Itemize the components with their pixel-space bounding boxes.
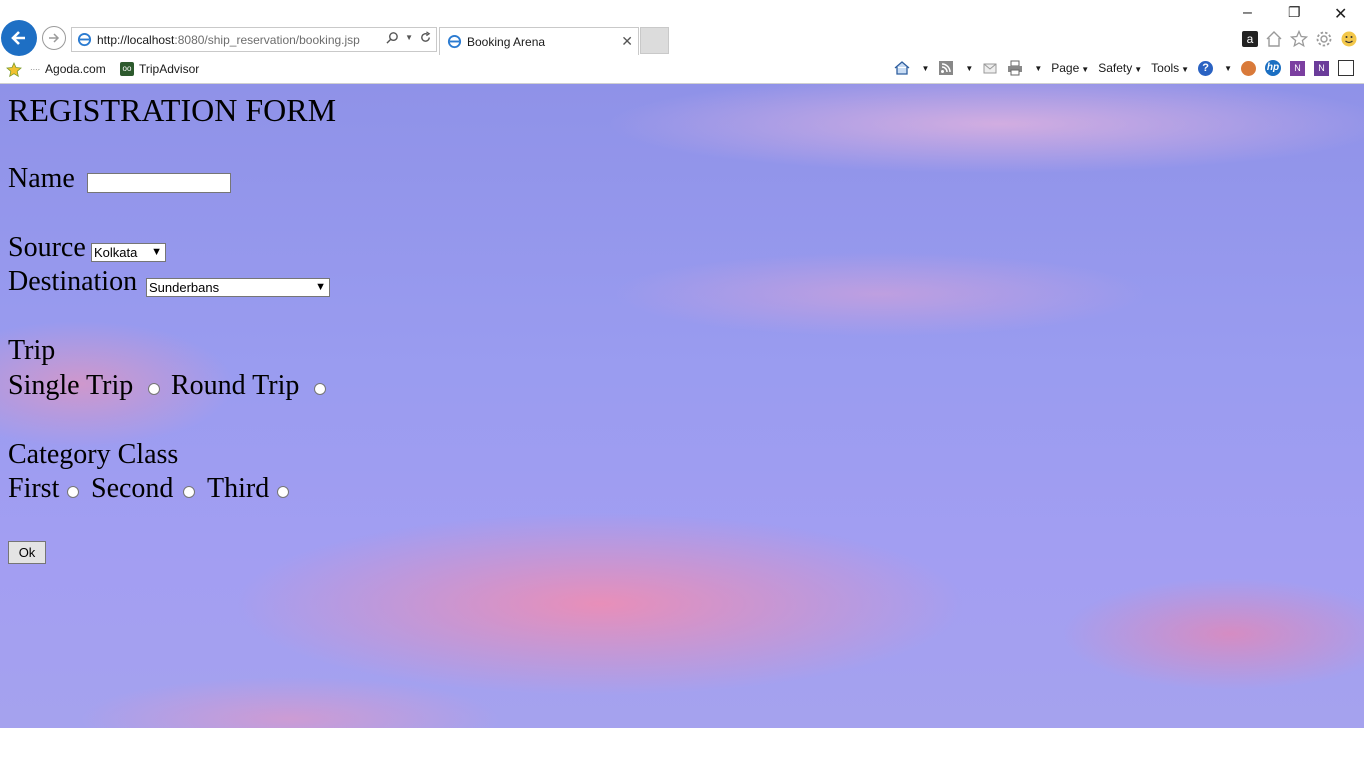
trip-label: Trip xyxy=(8,335,56,366)
source-select[interactable]: Kolkata ▼ xyxy=(91,243,166,262)
feeds-icon[interactable] xyxy=(938,60,954,76)
ie-page-icon xyxy=(77,32,92,47)
ok-button[interactable]: Ok xyxy=(8,541,46,564)
search-icon[interactable] xyxy=(386,31,399,44)
smiley-icon[interactable] xyxy=(1340,30,1358,48)
addon-icon[interactable] xyxy=(1241,60,1256,76)
favorite-tripadvisor[interactable]: oo TripAdvisor xyxy=(120,62,199,76)
favorite-tripadvisor-label: TripAdvisor xyxy=(139,62,200,76)
tools-menu[interactable]: Tools ▼ xyxy=(1151,61,1189,75)
page-content: REGISTRATION FORM Name Source Kolkata ▼ … xyxy=(0,84,1364,728)
browser-titlebar: http://localhost:8080/ship_reservation/b… xyxy=(0,0,1364,56)
hp-icon[interactable]: hp xyxy=(1265,60,1281,76)
print-icon[interactable] xyxy=(1007,60,1023,76)
source-select-value: Kolkata xyxy=(94,245,138,260)
screenshot-icon[interactable] xyxy=(1338,60,1354,76)
name-input[interactable] xyxy=(87,173,231,193)
onenote-linked-icon[interactable]: N xyxy=(1314,60,1329,76)
refresh-icon[interactable] xyxy=(419,31,432,44)
third-class-label: Third xyxy=(207,473,270,504)
tab-booking-arena[interactable]: Booking Arena ✕ xyxy=(439,27,639,55)
ie-tab-icon xyxy=(447,34,462,49)
amazon-icon[interactable]: a xyxy=(1242,31,1258,47)
page-title: REGISTRATION FORM xyxy=(8,92,337,128)
restore-icon[interactable]: ❐ xyxy=(1288,4,1301,21)
round-trip-label: Round Trip xyxy=(171,370,300,401)
page-menu[interactable]: Page ▼ xyxy=(1051,61,1089,75)
help-icon[interactable]: ? xyxy=(1198,60,1214,76)
second-class-label: Second xyxy=(91,473,174,504)
third-class-radio[interactable] xyxy=(277,486,289,498)
single-trip-radio[interactable] xyxy=(148,383,160,395)
home-icon[interactable] xyxy=(1265,30,1283,48)
favorites-star-icon[interactable] xyxy=(6,62,22,78)
favorites-bar: ∙∙∙∙ Agoda.com oo TripAdvisor ▼ ▼ ▼ Page… xyxy=(0,56,1364,84)
onenote-icon[interactable]: N xyxy=(1290,60,1305,76)
destination-label: Destination xyxy=(8,266,138,297)
chevron-down-icon: ▼ xyxy=(151,246,162,258)
destination-select[interactable]: Sunderbans ▼ xyxy=(146,278,330,297)
back-button[interactable] xyxy=(1,20,37,56)
favorite-agoda[interactable]: ∙∙∙∙ Agoda.com xyxy=(30,62,106,76)
name-label: Name xyxy=(8,163,75,194)
first-class-radio[interactable] xyxy=(67,486,79,498)
forward-button[interactable] xyxy=(42,26,66,50)
help-caret-icon[interactable]: ▼ xyxy=(1224,64,1232,73)
tripadvisor-icon: oo xyxy=(120,62,134,76)
address-bar[interactable]: http://localhost:8080/ship_reservation/b… xyxy=(71,27,437,52)
tab-title: Booking Arena xyxy=(467,35,546,49)
safety-menu[interactable]: Safety ▼ xyxy=(1098,61,1142,75)
chevron-down-icon: ▼ xyxy=(315,281,326,293)
dropdown-caret-icon[interactable]: ▼ xyxy=(405,33,413,42)
first-class-label: First xyxy=(8,473,60,504)
safety-caret-icon: ▼ xyxy=(1134,65,1143,74)
round-trip-radio[interactable] xyxy=(314,383,326,395)
command-bar: ▼ ▼ ▼ Page ▼ Safety ▼ Tools ▼ ? ▼ hp N N xyxy=(894,60,1354,76)
minimize-icon[interactable]: – xyxy=(1243,4,1252,22)
tab-close-icon[interactable]: ✕ xyxy=(621,33,633,50)
favorite-agoda-label: Agoda.com xyxy=(45,62,106,76)
second-class-radio[interactable] xyxy=(183,486,195,498)
single-trip-label: Single Trip xyxy=(8,370,134,401)
page-caret-icon: ▼ xyxy=(1081,65,1090,74)
star-icon[interactable] xyxy=(1290,30,1308,48)
close-window-icon[interactable]: ✕ xyxy=(1334,4,1347,24)
destination-select-value: Sunderbans xyxy=(149,280,220,295)
address-url[interactable]: http://localhost:8080/ship_reservation/b… xyxy=(97,33,360,47)
mail-icon[interactable] xyxy=(982,60,998,76)
home-caret-icon[interactable]: ▼ xyxy=(921,64,929,73)
feeds-caret-icon[interactable]: ▼ xyxy=(965,64,973,73)
back-arrow-icon xyxy=(11,31,25,45)
source-label: Source xyxy=(8,232,86,263)
gear-icon[interactable] xyxy=(1315,30,1333,48)
new-tab-button[interactable] xyxy=(640,27,669,54)
tools-caret-icon: ▼ xyxy=(1181,65,1190,74)
agoda-icon: ∙∙∙∙ xyxy=(30,64,41,74)
print-caret-icon[interactable]: ▼ xyxy=(1034,64,1042,73)
home-command-icon[interactable] xyxy=(894,60,910,76)
forward-arrow-icon xyxy=(49,33,60,43)
category-class-label: Category Class xyxy=(8,439,179,470)
